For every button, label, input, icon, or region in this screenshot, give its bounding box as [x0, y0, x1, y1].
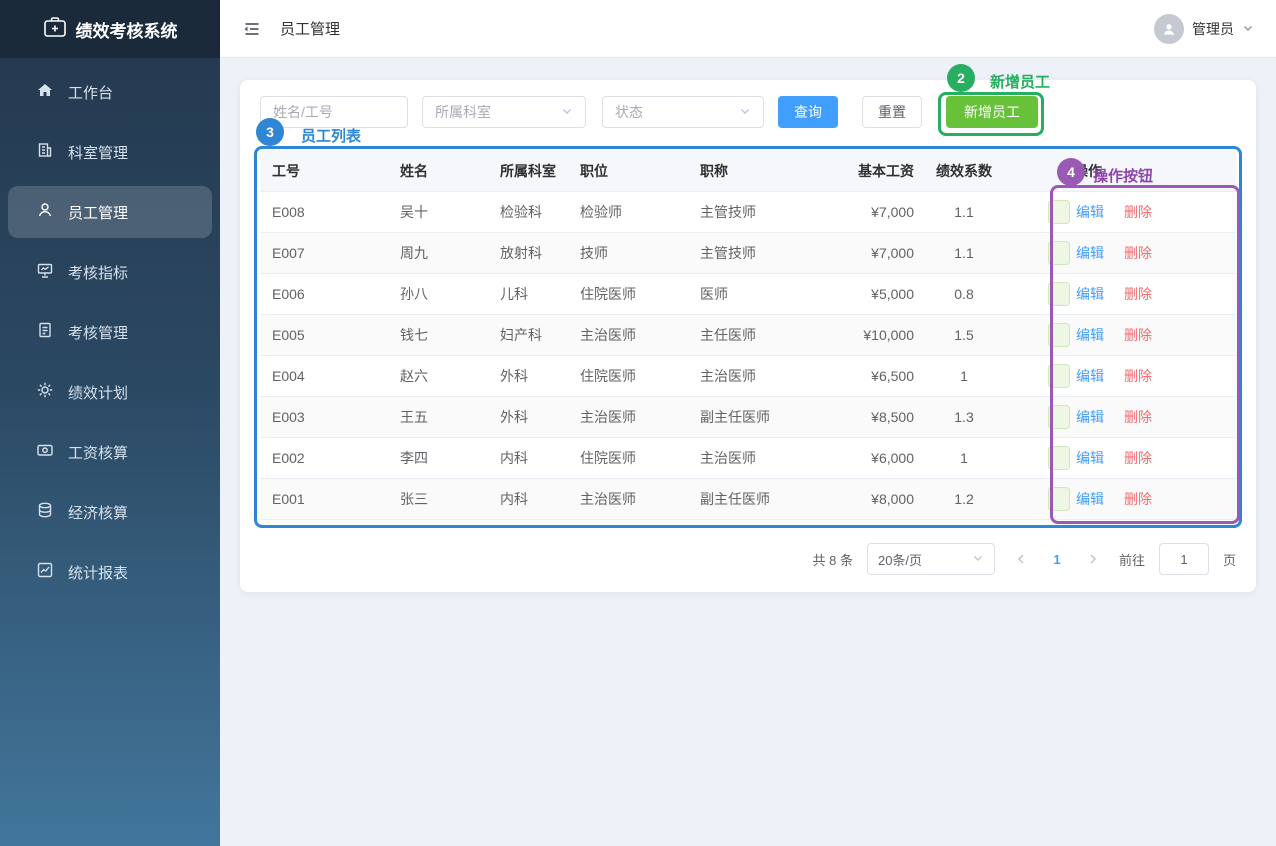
sidebar-item-plans[interactable]: 绩效计划: [8, 366, 212, 418]
page-title: 员工管理: [280, 18, 340, 39]
next-page-icon[interactable]: [1081, 543, 1105, 575]
employee-table: 工号 姓名 所属科室 职位 职称 基本工资 绩效系数 操作 E008 吴十 检验…: [260, 150, 1236, 520]
table-row: E005 钱七 妇产科 主治医师 主任医师 ¥10,000 1.5 编辑删除: [260, 315, 1236, 356]
user-icon: [36, 201, 54, 223]
page-size-select[interactable]: 20条/页: [867, 543, 995, 575]
table-row: E006 孙八 儿科 住院医师 医师 ¥5,000 0.8 编辑删除: [260, 274, 1236, 315]
reset-button[interactable]: 重置: [862, 96, 922, 128]
search-button[interactable]: 查询: [778, 96, 838, 128]
salary-icon: [36, 441, 54, 463]
edit-link[interactable]: 编辑: [1076, 325, 1104, 345]
delete-link[interactable]: 删除: [1124, 407, 1152, 427]
building-icon: [36, 141, 54, 163]
app-logo: 绩效考核系统: [0, 0, 220, 58]
department-select[interactable]: 所属科室: [422, 96, 586, 128]
edit-link[interactable]: 编辑: [1076, 243, 1104, 263]
page-number[interactable]: 1: [1047, 552, 1067, 567]
sidebar-item-workbench[interactable]: 工作台: [8, 66, 212, 118]
delete-link[interactable]: 删除: [1124, 243, 1152, 263]
status-tag: [1048, 487, 1070, 511]
chart-icon: [36, 561, 54, 583]
table-row: E007 周九 放射科 技师 主管技师 ¥7,000 1.1 编辑删除: [260, 233, 1236, 274]
user-menu[interactable]: 管理员: [1154, 14, 1254, 44]
sidebar-fold-icon[interactable]: [242, 19, 262, 39]
table-header-row: 工号 姓名 所属科室 职位 职称 基本工资 绩效系数 操作: [260, 150, 1236, 192]
chevron-down-icon: [1242, 21, 1254, 37]
edit-link[interactable]: 编辑: [1076, 407, 1104, 427]
delete-link[interactable]: 删除: [1124, 448, 1152, 468]
edit-link[interactable]: 编辑: [1076, 284, 1104, 304]
employee-card: 所属科室 状态 查询 重置 新增员工 工号: [240, 80, 1256, 592]
medical-kit-icon: [43, 16, 67, 43]
sidebar-item-employees[interactable]: 员工管理: [8, 186, 212, 238]
app-title: 绩效考核系统: [76, 17, 178, 42]
gear-icon: [36, 381, 54, 403]
edit-link[interactable]: 编辑: [1076, 202, 1104, 222]
status-tag: [1048, 446, 1070, 470]
sidebar-menu: 工作台 科室管理 员工管理 考核指标 考核管理: [0, 58, 220, 606]
database-icon: [36, 501, 54, 523]
content: 所属科室 状态 查询 重置 新增员工 工号: [220, 58, 1276, 846]
goto-label: 前往: [1119, 550, 1145, 569]
avatar: [1154, 14, 1184, 44]
board-icon: [36, 261, 54, 283]
sidebar-item-payroll[interactable]: 工资核算: [8, 426, 212, 478]
table-row: E003 王五 外科 主治医师 副主任医师 ¥8,500 1.3 编辑删除: [260, 397, 1236, 438]
status-tag: [1048, 241, 1070, 265]
pagination: 共 8 条 20条/页 1 前往 页: [260, 543, 1236, 575]
pagination-total: 共 8 条: [813, 550, 853, 569]
delete-link[interactable]: 删除: [1124, 366, 1152, 386]
chevron-down-icon: [972, 552, 984, 567]
status-tag: [1048, 282, 1070, 306]
page-unit: 页: [1223, 550, 1236, 569]
table-row: E001 张三 内科 主治医师 副主任医师 ¥8,000 1.2 编辑删除: [260, 479, 1236, 520]
chevron-down-icon: [561, 104, 573, 120]
status-tag: [1048, 364, 1070, 388]
sidebar-item-assessments[interactable]: 考核管理: [8, 306, 212, 358]
main-area: 员工管理 管理员 所属科室 状态: [220, 0, 1276, 846]
add-employee-button[interactable]: 新增员工: [946, 96, 1038, 128]
sidebar: 绩效考核系统 工作台 科室管理 员工管理 考核指标: [0, 0, 220, 846]
edit-link[interactable]: 编辑: [1076, 448, 1104, 468]
prev-page-icon[interactable]: [1009, 543, 1033, 575]
delete-link[interactable]: 删除: [1124, 284, 1152, 304]
table-row: E002 李四 内科 住院医师 主治医师 ¥6,000 1 编辑删除: [260, 438, 1236, 479]
status-select[interactable]: 状态: [602, 96, 764, 128]
username: 管理员: [1192, 19, 1234, 39]
edit-link[interactable]: 编辑: [1076, 489, 1104, 509]
topbar: 员工管理 管理员: [220, 0, 1276, 58]
status-tag: [1048, 200, 1070, 224]
status-tag: [1048, 323, 1070, 347]
table-row: E008 吴十 检验科 检验师 主管技师 ¥7,000 1.1 编辑删除: [260, 192, 1236, 233]
sidebar-item-departments[interactable]: 科室管理: [8, 126, 212, 178]
home-icon: [36, 81, 54, 103]
chevron-down-icon: [739, 104, 751, 120]
table-row: E004 赵六 外科 住院医师 主治医师 ¥6,500 1 编辑删除: [260, 356, 1236, 397]
sidebar-item-economics[interactable]: 经济核算: [8, 486, 212, 538]
keyword-input[interactable]: [260, 96, 408, 128]
status-tag: [1048, 405, 1070, 429]
sidebar-item-indicators[interactable]: 考核指标: [8, 246, 212, 298]
sidebar-item-reports[interactable]: 统计报表: [8, 546, 212, 598]
edit-link[interactable]: 编辑: [1076, 366, 1104, 386]
filter-bar: 所属科室 状态 查询 重置 新增员工: [260, 96, 1236, 128]
delete-link[interactable]: 删除: [1124, 202, 1152, 222]
goto-page-input[interactable]: [1159, 543, 1209, 575]
document-icon: [36, 321, 54, 343]
delete-link[interactable]: 删除: [1124, 325, 1152, 345]
delete-link[interactable]: 删除: [1124, 489, 1152, 509]
